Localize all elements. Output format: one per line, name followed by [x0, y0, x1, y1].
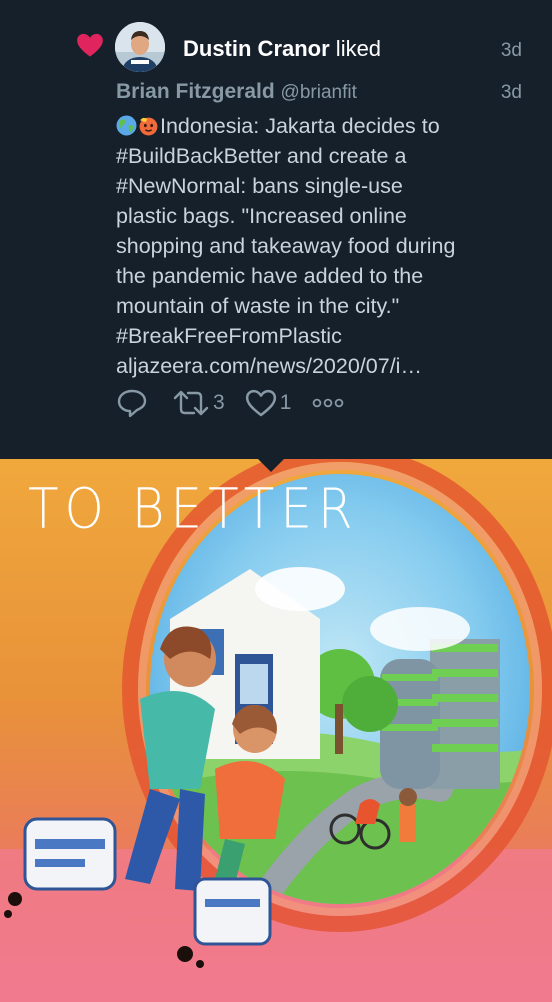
tweet-line: the pandemic have added to the — [116, 264, 424, 288]
heart-outline-icon — [245, 389, 276, 417]
more-icon — [313, 398, 344, 408]
hashtag-breakfreefromplastic[interactable]: #BreakFreeFromPlastic — [116, 321, 526, 351]
notification-timestamp: 3d — [500, 40, 522, 61]
tweet-text: Indonesia: Jakarta decides to #BuildBack… — [116, 111, 526, 381]
like-button[interactable]: 1 — [245, 388, 292, 418]
retweet-count: 3 — [213, 391, 225, 414]
image-caption: TO BETTER — [28, 477, 359, 541]
hashtag-newnormal-line[interactable]: #NewNormal: bans single-use — [116, 171, 526, 201]
tweet-line: Indonesia: Jakarta decides to — [116, 111, 526, 141]
tweet-author: Brian Fitzgerald @brianfit — [116, 80, 357, 104]
liker-name[interactable]: Dustin Cranor — [183, 36, 330, 61]
like-count: 1 — [279, 391, 292, 414]
notification-text: Dustin Cranor liked — [183, 36, 381, 62]
author-handle[interactable]: @brianfit — [281, 82, 357, 103]
tweet-line: mountain of waste in the city." — [116, 294, 400, 318]
globe-icon — [116, 115, 137, 136]
tweet-line: plastic bags. "Increased online — [116, 204, 407, 228]
reply-icon — [117, 389, 147, 418]
hot-face-icon — [139, 117, 158, 136]
reply-button[interactable] — [116, 388, 148, 418]
retweet-button[interactable]: 3 — [172, 389, 225, 417]
hashtag-buildbackbetter-line[interactable]: #BuildBackBetter and create a — [116, 141, 526, 171]
notification-panel: Dustin Cranor liked 3d Brian Fitzgerald … — [0, 0, 552, 459]
tweet-actions: 3 1 — [116, 387, 345, 419]
media-image[interactable]: TO BETTER — [0, 459, 552, 1002]
retweet-icon — [173, 390, 209, 416]
author-name[interactable]: Brian Fitzgerald — [116, 80, 275, 103]
notification-action: liked — [329, 36, 382, 61]
tweet-timestamp[interactable]: 3d — [501, 82, 522, 104]
heart-icon — [77, 33, 103, 57]
avatar-icon — [115, 22, 165, 72]
more-button[interactable] — [311, 396, 345, 410]
avatar[interactable] — [115, 22, 165, 72]
tweet-line: shopping and takeaway food during — [116, 234, 456, 258]
tweet-line-text: Indonesia: Jakarta decides to — [160, 114, 440, 138]
article-link[interactable]: aljazeera.com/news/2020/07/i… — [116, 351, 526, 381]
media-pointer — [258, 459, 284, 472]
